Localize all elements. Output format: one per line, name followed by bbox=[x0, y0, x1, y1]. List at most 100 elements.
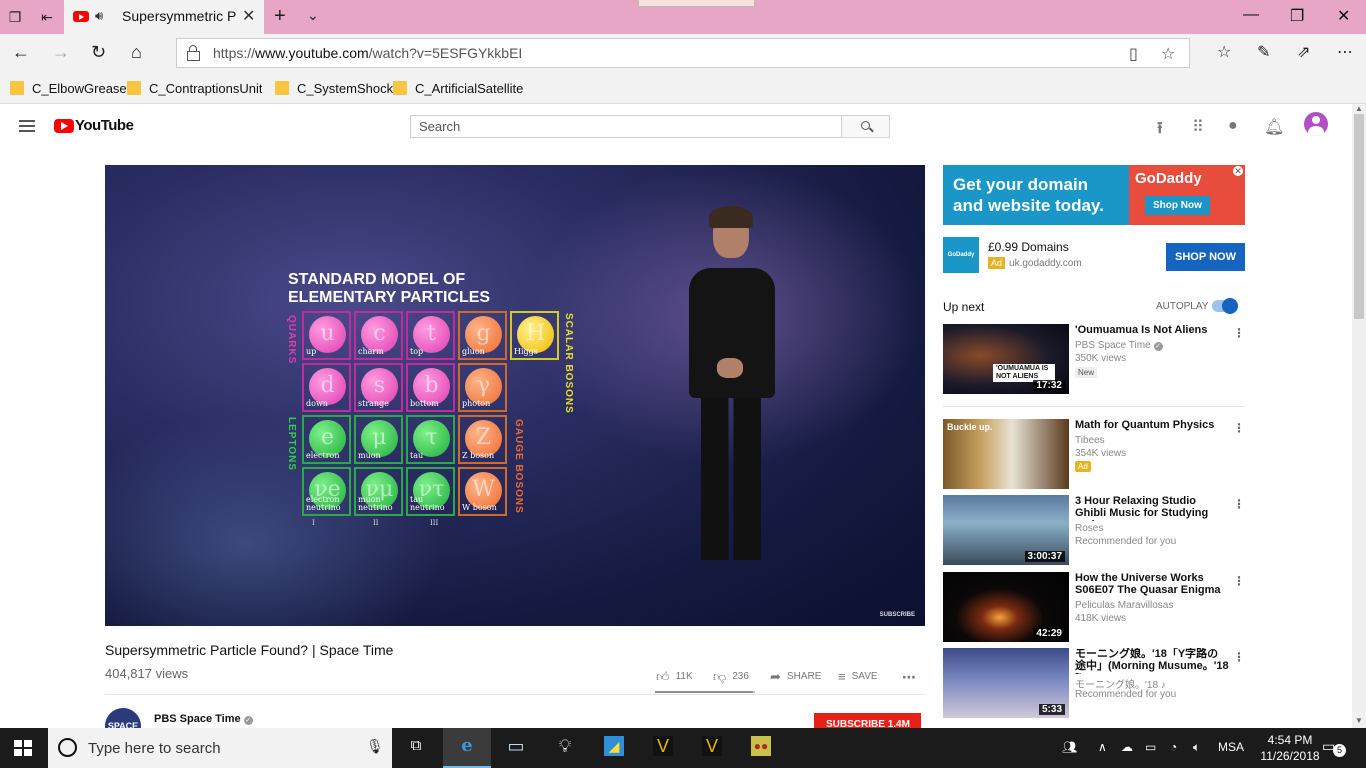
app-pinned-icon[interactable]: ●● bbox=[737, 728, 785, 768]
file-explorer-icon[interactable]: ▭ bbox=[492, 728, 540, 768]
battery-icon[interactable]: ▭ bbox=[1145, 740, 1156, 754]
ad-banner[interactable]: Get your domain and website today. GoDad… bbox=[943, 165, 1245, 225]
youtube-header: YouTube Search ⭱ ⠿ ● 🔔︎ bbox=[0, 104, 1352, 148]
home-icon[interactable]: ⌂ bbox=[131, 42, 142, 63]
upload-icon[interactable]: ⭱ bbox=[1157, 117, 1163, 144]
banner-shop-button[interactable]: Shop Now bbox=[1145, 196, 1210, 215]
verified-check-icon: ✓ bbox=[1153, 342, 1163, 351]
more-options-icon[interactable]: ⋮ bbox=[1233, 574, 1245, 588]
wifi-icon[interactable]: ◔ bbox=[1170, 740, 1177, 754]
verified-check-icon: ✓ bbox=[243, 716, 253, 725]
scrollbar-thumb[interactable] bbox=[1354, 114, 1364, 319]
recommendation-item[interactable]: Buckle up. Math for Quantum Physics Tibe… bbox=[943, 419, 1245, 491]
people-icon[interactable]: 👥︎ bbox=[1062, 740, 1077, 754]
favorite-item[interactable]: C_ArtificialSatellite bbox=[393, 81, 523, 97]
generation-label: I bbox=[312, 519, 315, 527]
favorite-item[interactable]: C_ElbowGrease bbox=[10, 81, 127, 97]
tab-youtube[interactable]: 🔊︎ Supersymmetric Pa ✕ bbox=[64, 0, 264, 34]
video-player[interactable]: STANDARD MODEL OF ELEMENTARY PARTICLES Q… bbox=[105, 165, 925, 626]
shop-now-button[interactable]: SHOP NOW bbox=[1166, 243, 1245, 271]
video-thumbnail[interactable]: 'OUMUAMUA IS NOT ALIENS 17:32 bbox=[943, 324, 1069, 394]
app-pinned-icon[interactable]: V bbox=[639, 728, 687, 768]
windows-start-icon[interactable] bbox=[14, 740, 32, 756]
recommendation-item[interactable]: 5:33 モーニング娘。'18「Y字路の途中」(Morning Musume。'… bbox=[943, 648, 1245, 720]
favorite-item[interactable]: C_SystemShock bbox=[275, 81, 393, 97]
tab-list-icon[interactable]: ❐ bbox=[6, 8, 24, 26]
more-menu-icon[interactable]: ⋯ bbox=[1337, 42, 1353, 62]
autoplay-toggle[interactable] bbox=[1212, 298, 1238, 314]
scroll-up-icon[interactable]: ▲ bbox=[1355, 104, 1363, 113]
more-options-icon[interactable]: ⋮ bbox=[1233, 326, 1245, 340]
subscribe-watermark[interactable]: SUBSCRIBE bbox=[880, 612, 915, 618]
advertiser-logo[interactable]: GoDaddy bbox=[943, 237, 979, 273]
web-note-pen-icon[interactable]: ✎ bbox=[1257, 42, 1270, 62]
task-view-icon[interactable]: ⧉ bbox=[392, 728, 440, 768]
video-thumbnail[interactable]: 5:33 bbox=[943, 648, 1069, 718]
onedrive-icon[interactable]: ☁︎ bbox=[1121, 740, 1133, 754]
volume-icon[interactable]: 🔈︎ bbox=[1193, 740, 1200, 755]
new-tab-icon[interactable]: + bbox=[274, 5, 286, 28]
video-thumbnail[interactable]: 42:29 bbox=[943, 572, 1069, 642]
minimize-icon[interactable]: — bbox=[1243, 6, 1259, 24]
more-options-icon[interactable]: ⋮ bbox=[1233, 421, 1245, 435]
particle-cell: νμ muon neutrino bbox=[354, 467, 403, 516]
leptons-label: LEPTONS bbox=[286, 417, 297, 472]
refresh-icon[interactable]: ↻ bbox=[91, 42, 106, 63]
microphone-icon[interactable]: 🎙︎ bbox=[366, 738, 384, 755]
video-thumbnail[interactable]: 3:00:37 bbox=[943, 495, 1069, 565]
guide-menu-icon[interactable] bbox=[19, 120, 35, 132]
dislike-button[interactable]: 👎︎ 236 bbox=[713, 669, 749, 685]
edge-browser-icon[interactable]: e bbox=[443, 728, 491, 768]
taskbar-clock[interactable]: 4:54 PM 11/26/2018 bbox=[1250, 732, 1330, 764]
cortana-icon[interactable] bbox=[58, 738, 77, 757]
set-tabs-aside-icon[interactable]: ⇤ bbox=[38, 8, 56, 26]
recommendation-item[interactable]: 'OUMUAMUA IS NOT ALIENS 17:32 'Oumuamua … bbox=[943, 324, 1245, 396]
action-center-icon[interactable]: ▭ 5 bbox=[1322, 738, 1346, 758]
particle-name: electron neutrino bbox=[306, 495, 341, 512]
favorites-hub-icon[interactable]: ☆ bbox=[1217, 42, 1231, 62]
like-button[interactable]: 👍︎ 11K bbox=[656, 669, 693, 685]
messages-icon[interactable]: ● bbox=[1228, 117, 1238, 135]
restore-icon[interactable]: ❐ bbox=[1290, 6, 1304, 26]
address-bar[interactable]: https://www.youtube.com/watch?v=5ESFGYkk… bbox=[176, 38, 1190, 68]
more-options-icon[interactable]: ⋮ bbox=[1233, 497, 1245, 511]
scroll-down-icon[interactable]: ▼ bbox=[1355, 716, 1363, 725]
channel-name[interactable]: PBS Space Time ✓ bbox=[154, 713, 253, 725]
search-input[interactable]: Search bbox=[410, 115, 842, 138]
audio-playing-icon[interactable]: 🔊︎ bbox=[95, 8, 103, 24]
search-button[interactable] bbox=[841, 115, 890, 138]
video-thumbnail[interactable]: Buckle up. bbox=[943, 419, 1069, 489]
apps-grid-icon[interactable]: ⠿ bbox=[1192, 117, 1204, 137]
favorite-item[interactable]: C_ContraptionsUnitec bbox=[127, 81, 262, 97]
app-pinned-icon[interactable]: V bbox=[688, 728, 736, 768]
tab-preview-chevron-icon[interactable]: ⌄ bbox=[307, 7, 319, 24]
share-icon[interactable]: ⇗ bbox=[1297, 42, 1310, 62]
reading-view-icon[interactable]: ▯ bbox=[1129, 44, 1138, 64]
ad-close-icon[interactable]: ✕ bbox=[1233, 166, 1243, 176]
close-tab-icon[interactable]: ✕ bbox=[242, 6, 255, 26]
show-hidden-icons-chevron-icon[interactable]: ∧ bbox=[1098, 740, 1107, 754]
more-actions-icon[interactable]: ⋯ bbox=[902, 669, 916, 686]
input-language[interactable]: MSA bbox=[1218, 740, 1244, 754]
recommendation-item[interactable]: 3:00:37 3 Hour Relaxing Studio Ghibli Mu… bbox=[943, 495, 1245, 567]
subscribe-button[interactable]: SUBSCRIBE 1.4M bbox=[814, 713, 921, 728]
app-pinned-icon[interactable]: ◢ bbox=[590, 728, 638, 768]
recommendation-item[interactable]: 42:29 How the Universe Works S06E07 The … bbox=[943, 572, 1245, 644]
windows-taskbar: Type here to search 🎙︎ ⧉ e ▭ 💡︎ ◢ V V ●●… bbox=[0, 728, 1366, 768]
back-arrow-icon[interactable]: ← bbox=[12, 42, 30, 63]
window-drag-handle[interactable] bbox=[638, 0, 755, 7]
save-button[interactable]: ≡ SAVE bbox=[838, 669, 878, 684]
account-avatar[interactable] bbox=[1304, 112, 1328, 136]
forward-arrow-icon[interactable]: → bbox=[52, 42, 70, 63]
taskbar-search-box[interactable]: Type here to search 🎙︎ bbox=[48, 728, 392, 768]
ad-title[interactable]: £0.99 Domains bbox=[988, 240, 1069, 254]
tips-lightbulb-icon[interactable]: 💡︎ bbox=[541, 728, 589, 768]
notifications-bell-icon[interactable]: 🔔︎ bbox=[1264, 117, 1284, 137]
channel-avatar[interactable]: SPACE bbox=[105, 708, 141, 728]
youtube-favicon-icon bbox=[73, 11, 89, 22]
close-window-icon[interactable]: ✕ bbox=[1337, 6, 1350, 26]
favorite-star-icon[interactable]: ☆ bbox=[1161, 44, 1175, 64]
more-options-icon[interactable]: ⋮ bbox=[1233, 650, 1245, 664]
share-button[interactable]: ➦ SHARE bbox=[770, 669, 821, 685]
page-scrollbar[interactable]: ▲ ▼ bbox=[1352, 104, 1366, 728]
